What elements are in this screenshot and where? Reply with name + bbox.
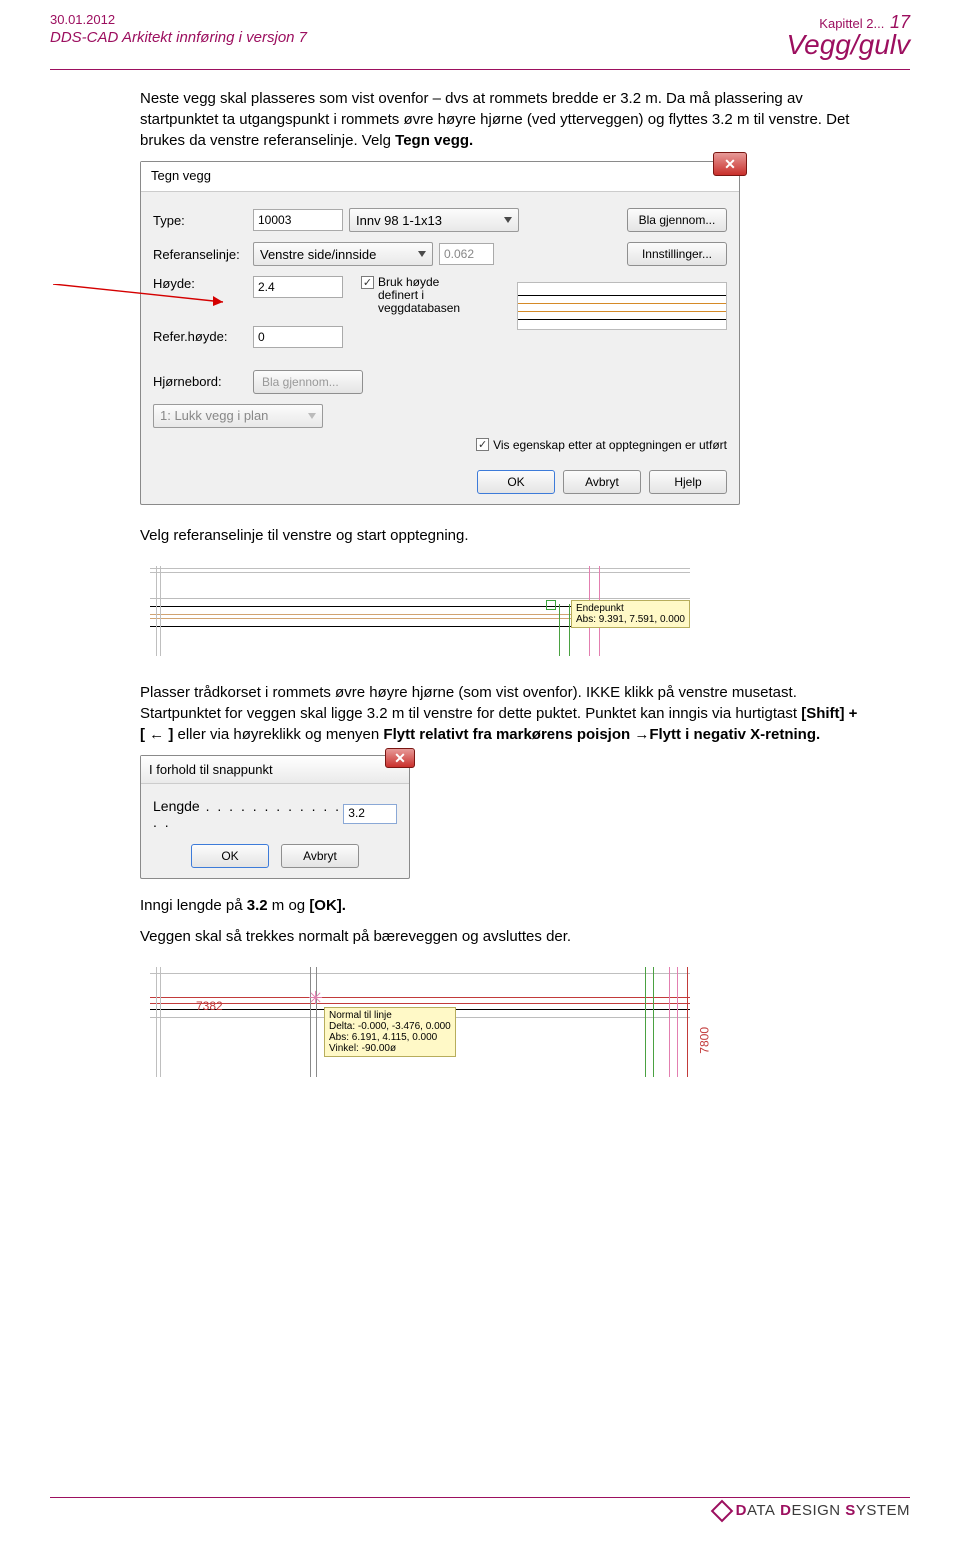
settings-button[interactable]: Innstillinger...: [627, 242, 727, 266]
snap-dialog-title: I forhold til snappunkt: [141, 756, 409, 784]
chevron-down-icon: [418, 251, 426, 257]
dimension-left: 7382: [196, 999, 223, 1013]
refheight-field[interactable]: 0: [253, 326, 343, 348]
cornerboard-browse-button[interactable]: Bla gjennom...: [253, 370, 363, 394]
ok-button[interactable]: OK: [191, 844, 269, 868]
refline-label: Referanselinje:: [153, 247, 253, 262]
wall-preview: [517, 282, 727, 330]
type-name-value: Innv 98 1-1x13: [356, 213, 442, 228]
help-button[interactable]: Hjelp: [649, 470, 727, 494]
tooltip-endpoint: Endepunkt Abs: 9.391, 7.591, 0.000: [571, 600, 690, 628]
paragraph-intro: Neste vegg skal plasseres som vist ovenf…: [140, 88, 860, 151]
snap-offset-dialog: ✕ I forhold til snappunkt Lengde . . . .…: [140, 755, 410, 879]
footer-divider: [50, 1497, 910, 1498]
height-field[interactable]: 2.4: [253, 276, 343, 298]
ok-button[interactable]: OK: [477, 470, 555, 494]
tooltip-normal: Normal til linje Delta: -0.000, -3.476, …: [324, 1007, 456, 1057]
cross-marker-icon: ✳: [308, 993, 323, 1003]
show-props-checkbox[interactable]: ✓: [476, 438, 489, 451]
refheight-label: Refer.høyde:: [153, 329, 253, 344]
browse-type-button[interactable]: Bla gjennom...: [627, 208, 727, 232]
chevron-down-icon: [504, 217, 512, 223]
dds-logo-icon: [710, 1499, 733, 1522]
dds-brand: DATA DESIGN SYSTEM: [736, 1502, 910, 1519]
dimension-right: 7800: [698, 1027, 712, 1054]
page-header: 30.01.2012 DDS-CAD Arkitekt innføring i …: [0, 0, 960, 67]
paragraph-cross: Plasser trådkorset i rommets øvre høyre …: [140, 682, 860, 745]
type-label: Type:: [153, 213, 253, 228]
paragraph-normal: Veggen skal så trekkes normalt på bæreve…: [140, 926, 860, 947]
refline-offset: 0.062: [439, 243, 494, 265]
cornerboard-label: Hjørnebord:: [153, 374, 253, 389]
type-name-combo[interactable]: Innv 98 1-1x13: [349, 208, 519, 232]
dialog-title: Tegn vegg: [141, 162, 739, 192]
figure-normal-line: 7382 7800 ✳ Normal til linje Delta: -0.0…: [140, 957, 700, 1087]
tegn-vegg-dialog: ✕ Tegn vegg Type: 10003 Innv 98 1-1x13 B…: [140, 161, 740, 505]
use-db-height-label: Bruk høyde definert i veggdatabasen: [378, 276, 478, 316]
use-db-height-checkbox[interactable]: ✓: [361, 276, 374, 289]
page-footer: DATA DESIGN SYSTEM: [50, 1497, 910, 1519]
length-label: Lengde . . . . . . . . . . . . . .: [153, 798, 343, 830]
figure-snap-endpoint: Endepunkt Abs: 9.391, 7.591, 0.000: [140, 556, 700, 666]
header-date: 30.01.2012: [50, 12, 307, 27]
refline-combo[interactable]: Venstre side/innside: [253, 242, 433, 266]
refline-value: Venstre side/innside: [260, 247, 376, 262]
close-wall-combo[interactable]: 1: Lukk vegg i plan: [153, 404, 323, 428]
height-label: Høyde:: [153, 276, 253, 291]
section-title: Vegg/gulv: [787, 29, 911, 61]
paragraph-ref: Velg referanselinje til venstre og start…: [140, 525, 860, 546]
paragraph-length: Inngi lengde på 3.2 m og [OK].: [140, 895, 860, 916]
chevron-down-icon: [308, 413, 316, 419]
cancel-button[interactable]: Avbryt: [563, 470, 641, 494]
length-input[interactable]: 3.2: [343, 804, 397, 824]
cancel-button[interactable]: Avbryt: [281, 844, 359, 868]
show-props-label: Vis egenskap etter at opptegningen er ut…: [493, 438, 727, 452]
snap-marker-icon: [546, 600, 556, 610]
close-icon[interactable]: ✕: [385, 748, 415, 768]
doc-title: DDS-CAD Arkitekt innføring i versjon 7: [50, 29, 307, 46]
type-number-field[interactable]: 10003: [253, 209, 343, 231]
close-icon[interactable]: ✕: [713, 152, 747, 176]
close-wall-value: 1: Lukk vegg i plan: [160, 408, 268, 423]
